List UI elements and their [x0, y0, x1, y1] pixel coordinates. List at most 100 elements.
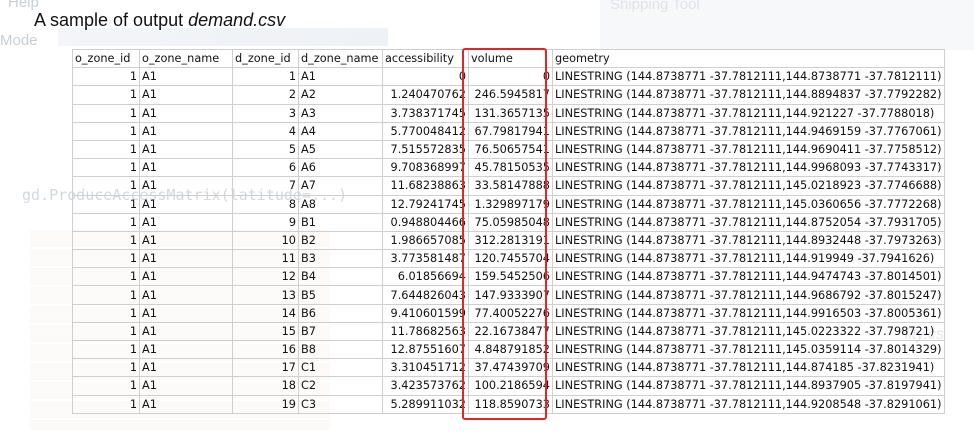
cell-d-zone-id[interactable]: 17	[232, 358, 299, 378]
cell-accessibility[interactable]: 12.87551607	[382, 339, 469, 360]
cell-d-zone-name[interactable]: B3	[298, 249, 383, 269]
cell-accessibility[interactable]: 1.240470762	[382, 85, 469, 105]
cell-d-zone-name[interactable]: A2	[298, 85, 383, 105]
cell-o-zone-name[interactable]: A1	[139, 194, 233, 214]
cell-o-zone-id[interactable]: 1	[72, 267, 140, 287]
cell-d-zone-id[interactable]: 10	[232, 230, 299, 251]
cell-d-zone-name[interactable]: A3	[298, 103, 383, 123]
cell-o-zone-name[interactable]: A1	[139, 394, 233, 414]
header-d-zone-id[interactable]: d_zone_id	[232, 48, 299, 69]
header-volume[interactable]: volume	[468, 48, 553, 69]
cell-d-zone-name[interactable]: A1	[298, 67, 383, 87]
cell-d-zone-id[interactable]: 8	[232, 194, 299, 214]
cell-d-zone-id[interactable]: 2	[232, 85, 299, 105]
cell-o-zone-id[interactable]: 1	[72, 303, 140, 323]
cell-accessibility[interactable]: 11.78682563	[382, 321, 469, 342]
cell-geometry[interactable]: LINESTRING (144.8738771 -37.7812111,144.…	[552, 249, 945, 269]
cell-d-zone-name[interactable]: C2	[298, 376, 383, 396]
cell-o-zone-name[interactable]: A1	[139, 176, 233, 196]
cell-o-zone-id[interactable]: 1	[72, 85, 140, 105]
cell-geometry[interactable]: LINESTRING (144.8738771 -37.7812111,144.…	[552, 212, 945, 232]
cell-geometry[interactable]: LINESTRING (144.8738771 -37.7812111,144.…	[552, 121, 945, 141]
cell-geometry[interactable]: LINESTRING (144.8738771 -37.7812111,145.…	[552, 321, 945, 342]
cell-o-zone-id[interactable]: 1	[72, 67, 140, 87]
cell-d-zone-name[interactable]: B6	[298, 303, 383, 323]
cell-volume[interactable]: 312.2813191	[468, 230, 553, 251]
cell-volume[interactable]: 45.78150535	[468, 158, 553, 178]
cell-geometry[interactable]: LINESTRING (144.8738771 -37.7812111,144.…	[552, 139, 945, 160]
cell-o-zone-name[interactable]: A1	[139, 67, 233, 87]
cell-o-zone-name[interactable]: A1	[139, 139, 233, 160]
cell-d-zone-name[interactable]: B5	[298, 285, 383, 305]
cell-d-zone-id[interactable]: 6	[232, 158, 299, 178]
cell-o-zone-id[interactable]: 1	[72, 212, 140, 232]
cell-d-zone-id[interactable]: 1	[232, 67, 299, 87]
cell-d-zone-id[interactable]: 16	[232, 339, 299, 360]
cell-d-zone-name[interactable]: A7	[298, 176, 383, 196]
cell-d-zone-id[interactable]: 15	[232, 321, 299, 342]
cell-o-zone-id[interactable]: 1	[72, 139, 140, 160]
cell-volume[interactable]: 77.40052276	[468, 303, 553, 323]
cell-volume[interactable]: 75.05985048	[468, 212, 553, 232]
cell-accessibility[interactable]: 7.515572835	[382, 139, 469, 160]
cell-volume[interactable]: 33.58147888	[468, 176, 553, 196]
cell-accessibility[interactable]: 7.644826043	[382, 285, 469, 305]
cell-d-zone-id[interactable]: 11	[232, 249, 299, 269]
cell-o-zone-id[interactable]: 1	[72, 158, 140, 178]
cell-o-zone-id[interactable]: 1	[72, 285, 140, 305]
cell-o-zone-id[interactable]: 1	[72, 376, 140, 396]
cell-d-zone-name[interactable]: A5	[298, 139, 383, 160]
cell-d-zone-id[interactable]: 14	[232, 303, 299, 323]
cell-volume[interactable]: 67.79817941	[468, 121, 553, 141]
cell-o-zone-id[interactable]: 1	[72, 121, 140, 141]
cell-d-zone-name[interactable]: A4	[298, 121, 383, 141]
cell-accessibility[interactable]: 6.01856694	[382, 267, 469, 287]
header-geometry[interactable]: geometry	[552, 48, 945, 69]
cell-volume[interactable]: 1.329897179	[468, 194, 553, 214]
cell-volume[interactable]: 4.848791852	[468, 339, 553, 360]
cell-geometry[interactable]: LINESTRING (144.8738771 -37.7812111,144.…	[552, 67, 945, 87]
header-o-zone-name[interactable]: o_zone_name	[139, 48, 233, 69]
cell-o-zone-id[interactable]: 1	[72, 358, 140, 378]
cell-volume[interactable]: 0	[468, 67, 553, 87]
cell-d-zone-id[interactable]: 7	[232, 176, 299, 196]
cell-volume[interactable]: 131.3657135	[468, 103, 553, 123]
cell-accessibility[interactable]: 9.410601599	[382, 303, 469, 323]
cell-geometry[interactable]: LINESTRING (144.8738771 -37.7812111,144.…	[552, 285, 945, 305]
cell-o-zone-id[interactable]: 1	[72, 194, 140, 214]
header-o-zone-id[interactable]: o_zone_id	[72, 48, 140, 69]
cell-o-zone-id[interactable]: 1	[72, 176, 140, 196]
cell-geometry[interactable]: LINESTRING (144.8738771 -37.7812111,145.…	[552, 194, 945, 214]
cell-volume[interactable]: 118.8590733	[468, 394, 553, 414]
cell-d-zone-name[interactable]: A8	[298, 194, 383, 214]
cell-geometry[interactable]: LINESTRING (144.8738771 -37.7812111,144.…	[552, 85, 945, 105]
cell-volume[interactable]: 76.50657541	[468, 139, 553, 160]
cell-volume[interactable]: 246.5945817	[468, 85, 553, 105]
cell-d-zone-name[interactable]: B8	[298, 339, 383, 360]
cell-d-zone-id[interactable]: 5	[232, 139, 299, 160]
cell-o-zone-name[interactable]: A1	[139, 267, 233, 287]
cell-d-zone-name[interactable]: B7	[298, 321, 383, 342]
cell-d-zone-id[interactable]: 19	[232, 394, 299, 414]
cell-accessibility[interactable]: 3.310451712	[382, 358, 469, 378]
cell-o-zone-name[interactable]: A1	[139, 103, 233, 123]
cell-accessibility[interactable]: 1.986657085	[382, 230, 469, 251]
cell-d-zone-id[interactable]: 13	[232, 285, 299, 305]
cell-o-zone-id[interactable]: 1	[72, 321, 140, 342]
cell-accessibility[interactable]: 3.773581487	[382, 249, 469, 269]
cell-o-zone-name[interactable]: A1	[139, 249, 233, 269]
cell-o-zone-id[interactable]: 1	[72, 249, 140, 269]
cell-o-zone-id[interactable]: 1	[72, 394, 140, 414]
cell-accessibility[interactable]: 0.948804466	[382, 212, 469, 232]
cell-volume[interactable]: 120.7455704	[468, 249, 553, 269]
cell-accessibility[interactable]: 11.68238863	[382, 176, 469, 196]
cell-volume[interactable]: 22.16738477	[468, 321, 553, 342]
cell-accessibility[interactable]: 3.738371745	[382, 103, 469, 123]
cell-o-zone-name[interactable]: A1	[139, 285, 233, 305]
cell-geometry[interactable]: LINESTRING (144.8738771 -37.7812111,145.…	[552, 339, 945, 360]
header-d-zone-name[interactable]: d_zone_name	[298, 48, 383, 69]
cell-volume[interactable]: 159.5452506	[468, 267, 553, 287]
cell-geometry[interactable]: LINESTRING (144.8738771 -37.7812111,144.…	[552, 303, 945, 323]
header-accessibility[interactable]: accessibility	[382, 48, 469, 69]
cell-geometry[interactable]: LINESTRING (144.8738771 -37.7812111,144.…	[552, 267, 945, 287]
